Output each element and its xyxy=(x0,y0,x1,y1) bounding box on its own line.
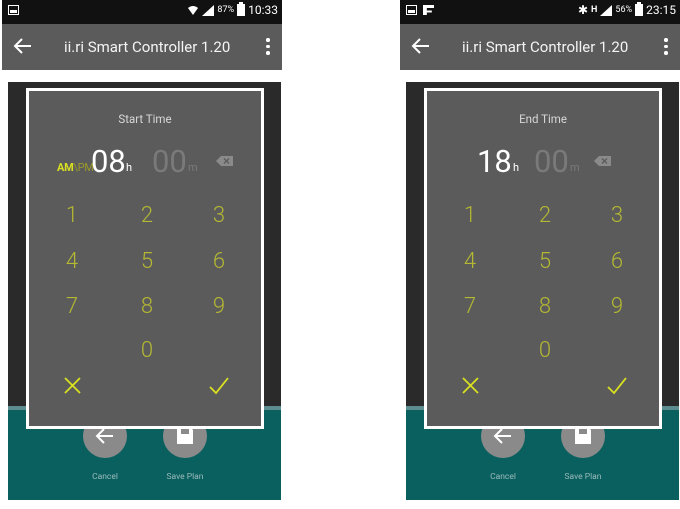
hours-value[interactable]: 08 xyxy=(91,143,126,180)
hours-unit: h xyxy=(513,161,520,174)
status-bar: ✱ H 56% 23:15 xyxy=(400,0,680,24)
key-4[interactable]: 4 xyxy=(450,247,490,277)
key-5[interactable]: 5 xyxy=(127,247,167,277)
time-display: 18 h 00 m xyxy=(427,143,659,183)
key-6[interactable]: 6 xyxy=(199,247,239,277)
key-1[interactable]: 1 xyxy=(52,201,92,231)
overflow-menu-icon[interactable] xyxy=(664,38,668,56)
confirm-check-icon[interactable] xyxy=(602,371,632,401)
clock: 10:33 xyxy=(248,3,278,17)
minutes-unit: m xyxy=(188,161,198,174)
key-2[interactable]: 2 xyxy=(127,201,167,231)
signal-icon xyxy=(202,4,215,16)
cancel-label: Cancel xyxy=(490,472,516,482)
key-7[interactable]: 7 xyxy=(450,292,490,322)
signal-icon xyxy=(600,4,613,16)
save-plan-label: Save Plan xyxy=(166,472,204,482)
key-3[interactable]: 3 xyxy=(199,201,239,231)
dialog-title: Start Time xyxy=(118,112,172,126)
app-bar: ii.ri Smart Controller 1.20 xyxy=(400,24,680,70)
bluetooth-icon: ✱ xyxy=(577,3,589,17)
status-bar: 87% 10:33 xyxy=(2,0,282,24)
key-4[interactable]: 4 xyxy=(52,247,92,277)
time-picker-dialog: End Time 18 h 00 m 1 2 3 4 5 6 7 8 9 0 xyxy=(424,88,662,429)
ampm-toggle[interactable]: AM\PM xyxy=(57,161,94,174)
minutes-unit: m xyxy=(570,161,580,174)
key-0[interactable]: 0 xyxy=(127,336,167,366)
flipboard-notification-icon xyxy=(423,5,434,15)
battery-percent: 87% xyxy=(217,5,235,15)
phone-screen-left: 87% 10:33 ii.ri Smart Controller 1.20 Ca… xyxy=(2,0,282,509)
key-2[interactable]: 2 xyxy=(525,201,565,231)
phone-screen-right: ✱ H 56% 23:15 ii.ri Smart Controller 1.2… xyxy=(400,0,680,509)
am-option[interactable]: AM xyxy=(57,161,74,174)
app-bar: ii.ri Smart Controller 1.20 xyxy=(2,24,282,70)
key-3[interactable]: 3 xyxy=(597,201,637,231)
cancel-x-icon[interactable] xyxy=(456,371,486,401)
cancel-x-icon[interactable] xyxy=(58,371,88,401)
save-plan-label: Save Plan xyxy=(564,472,602,482)
key-9[interactable]: 9 xyxy=(597,292,637,322)
time-picker-dialog: Start Time AM\PM 08 h 00 m 1 2 3 4 5 6 7… xyxy=(26,88,264,429)
overflow-menu-icon[interactable] xyxy=(266,38,270,56)
key-8[interactable]: 8 xyxy=(525,292,565,322)
key-1[interactable]: 1 xyxy=(450,201,490,231)
key-0[interactable]: 0 xyxy=(525,336,565,366)
key-7[interactable]: 7 xyxy=(52,292,92,322)
key-6[interactable]: 6 xyxy=(597,247,637,277)
app-title: ii.ri Smart Controller 1.20 xyxy=(64,38,231,56)
dialog-title: End Time xyxy=(519,112,567,126)
app-title: ii.ri Smart Controller 1.20 xyxy=(462,38,629,56)
battery-icon xyxy=(635,2,644,16)
network-type: H xyxy=(591,5,598,15)
minutes-value[interactable]: 00 xyxy=(534,143,569,180)
hours-unit: h xyxy=(126,161,133,174)
time-display: AM\PM 08 h 00 m xyxy=(29,143,261,183)
backspace-icon[interactable] xyxy=(216,156,233,166)
screenshot-notification-icon xyxy=(406,5,417,15)
confirm-check-icon[interactable] xyxy=(204,371,234,401)
backspace-icon[interactable] xyxy=(594,156,611,166)
key-9[interactable]: 9 xyxy=(199,292,239,322)
key-5[interactable]: 5 xyxy=(525,247,565,277)
minutes-value[interactable]: 00 xyxy=(152,143,187,180)
back-arrow-icon[interactable] xyxy=(12,35,34,57)
hours-value[interactable]: 18 xyxy=(477,143,512,180)
battery-percent: 56% xyxy=(615,5,633,15)
back-arrow-icon[interactable] xyxy=(410,35,432,57)
screenshot-notification-icon xyxy=(8,5,19,15)
wifi-icon xyxy=(188,6,199,15)
battery-icon xyxy=(237,2,246,16)
clock: 23:15 xyxy=(646,3,676,17)
cancel-label: Cancel xyxy=(92,472,118,482)
key-8[interactable]: 8 xyxy=(127,292,167,322)
